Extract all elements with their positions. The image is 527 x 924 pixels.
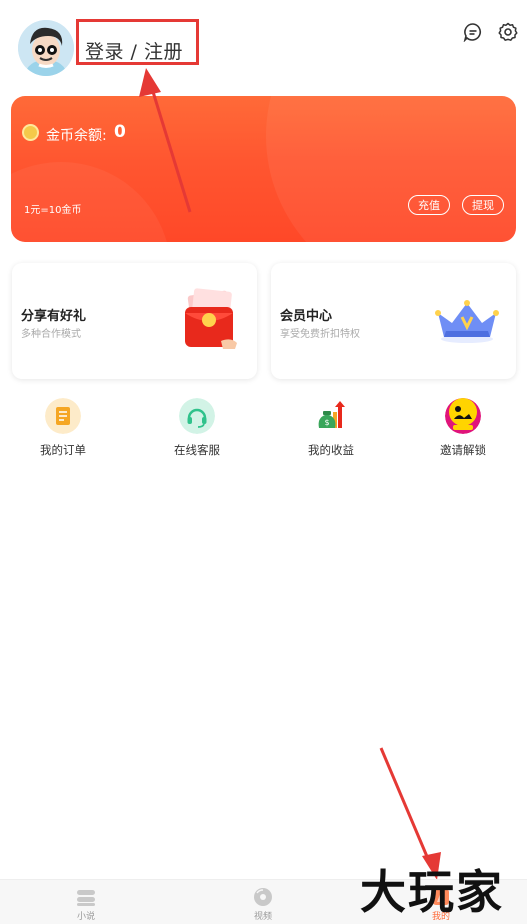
tab-videos[interactable]: 视频 <box>223 880 303 924</box>
book-stack-icon <box>77 890 95 906</box>
tab-novels[interactable]: 小说 <box>46 880 126 924</box>
annotation-arrow-login <box>139 68 192 213</box>
tab-label: 视频 <box>253 912 272 922</box>
watermark: 大玩家 <box>360 865 504 919</box>
annotation-arrows <box>139 68 441 880</box>
tab-label: 小说 <box>76 912 95 922</box>
video-disc-icon <box>254 888 272 906</box>
